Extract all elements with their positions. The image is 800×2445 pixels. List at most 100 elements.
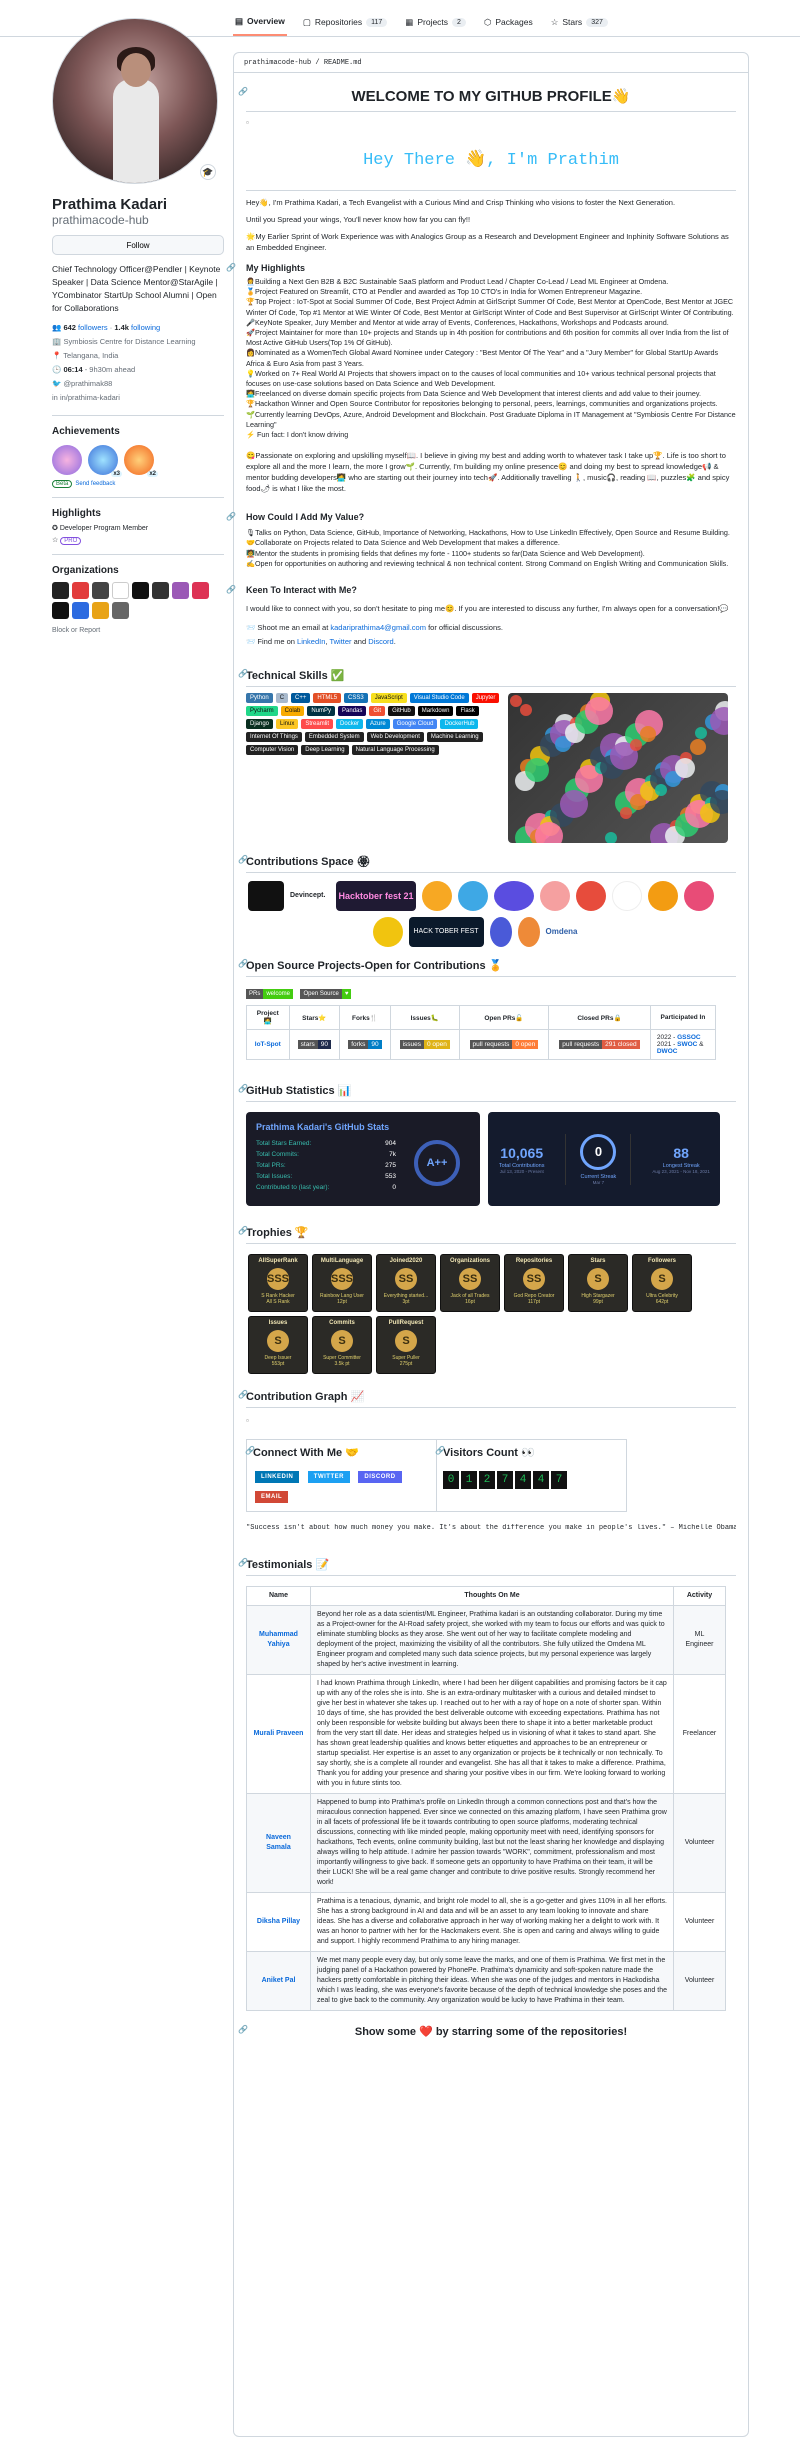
achievement-pull-shark-icon[interactable] <box>52 445 82 475</box>
trophy-card: Joined2020 SS Everything started... 3pt <box>376 1254 436 1313</box>
testimonial-name[interactable]: Naveen Samala <box>246 1793 311 1894</box>
stat-value: 553 <box>385 1173 396 1181</box>
following-link[interactable]: 1.4k following <box>114 323 160 332</box>
gssoc-link[interactable]: GSSOC <box>677 1034 700 1041</box>
skill-badge: Streamlit <box>301 719 334 730</box>
visitor-digit: 2 <box>479 1471 495 1490</box>
dwoc-link[interactable]: DWOC <box>657 1048 678 1055</box>
org-icon-1[interactable] <box>52 582 69 599</box>
tab-projects[interactable]: ▦ Projects 2 <box>403 8 468 36</box>
tab-stars[interactable]: ☆ Stars 327 <box>549 8 610 36</box>
link-icon[interactable]: 🔗 <box>226 585 236 594</box>
trophy-card: MultiLanguage SSS Rainbow Lang User 12pt <box>312 1254 372 1313</box>
skill-badge: DockerHub <box>440 719 479 730</box>
tab-overview[interactable]: ▤ Overview <box>233 8 287 36</box>
email-button[interactable]: EMAIL <box>255 1491 289 1504</box>
linkedin-line[interactable]: in in/prathima-kadari <box>52 391 224 405</box>
link-icon[interactable]: 🔗 <box>226 512 236 521</box>
linkedin-button[interactable]: LINKEDIN <box>255 1471 300 1484</box>
trophy-title: Organizations <box>449 1258 490 1265</box>
follow-button[interactable]: Follow <box>52 235 224 255</box>
divider <box>246 190 736 191</box>
skill-badge: Deep Learning <box>301 745 349 756</box>
discord-button[interactable]: DISCORD <box>358 1471 402 1484</box>
link-icon[interactable]: 🔗 <box>238 1390 248 1399</box>
org-icon-12[interactable] <box>112 602 129 619</box>
streak-current: 0 Current Streak Mar 7 <box>565 1133 632 1185</box>
link-icon[interactable]: 🔗 <box>238 1226 248 1235</box>
link-icon[interactable]: 🔗 <box>238 669 248 678</box>
status-emoji-icon[interactable]: 🎓 <box>200 164 216 180</box>
skill-badge: Docker <box>336 719 364 730</box>
value-list: 🎙Talks on Python, Data Science, GitHub, … <box>246 528 736 569</box>
linkedin-icon: in <box>52 393 58 402</box>
twitter-link[interactable]: Twitter <box>329 637 351 646</box>
skills-heading: 🔗 Technical Skills ✅ <box>238 669 736 688</box>
pro-badge: PRO <box>60 537 82 545</box>
clock-icon: 🕒 <box>52 365 62 374</box>
org-icon-11[interactable] <box>92 602 109 619</box>
skill-badge: Web Development <box>366 732 424 743</box>
issues-badge: issues 0 open <box>389 1029 460 1061</box>
link-icon[interactable]: 🔗 <box>238 2025 248 2034</box>
testimonial-name[interactable]: Aniket Pal <box>246 1951 311 2012</box>
org-icon-2[interactable] <box>72 582 89 599</box>
trophy-cup-icon: S <box>395 1330 417 1353</box>
block-report-link[interactable]: Block or Report <box>52 627 224 634</box>
org-icon-8[interactable] <box>192 582 209 599</box>
project-icon: 🧑‍💻 <box>263 1018 272 1026</box>
send-feedback-link[interactable]: Send feedback <box>75 481 115 487</box>
discord-link[interactable]: Discord <box>368 637 393 646</box>
stat-value: 7k <box>389 1151 396 1159</box>
org-icon-6[interactable] <box>152 582 169 599</box>
highlight-item: 🏅Project Featured on Streamlit, CTO at P… <box>246 287 643 297</box>
twitter-line[interactable]: 🐦 @prathimak88 <box>52 377 224 391</box>
trophy-cup-icon: S <box>267 1330 289 1353</box>
stat-label: Total PRs: <box>256 1162 286 1170</box>
org-icon-10[interactable] <box>72 602 89 619</box>
link-icon[interactable]: 🔗 <box>238 959 248 968</box>
trophy-cup-icon: SS <box>523 1268 545 1291</box>
swoc-link[interactable]: SWOC <box>677 1041 697 1048</box>
trophy-points: 642pt <box>655 1299 669 1306</box>
testimonial-name[interactable]: Muhammad Yahiya <box>246 1605 311 1676</box>
interact-heading: 🔗 Keen To Interact with Me? <box>226 585 357 596</box>
email-link[interactable]: kadariprathima4@gmail.com <box>330 623 426 632</box>
link-icon[interactable]: 🔗 <box>238 87 248 96</box>
link-icon[interactable]: 🔗 <box>238 1558 248 1567</box>
stats-cards: Prathima Kadari's GitHub Stats Total Sta… <box>246 1112 736 1207</box>
streak-longest: 88 Longest Streak Aug 23, 2021 - Nov 18, 2… <box>652 1144 710 1174</box>
stat-label: Total Issues: <box>256 1173 293 1181</box>
twitter-button[interactable]: TWITTER <box>307 1471 350 1484</box>
org-icon-9[interactable] <box>52 602 69 619</box>
org-icon-7[interactable] <box>172 582 189 599</box>
link-icon[interactable]: 🔗 <box>238 855 248 864</box>
link-icon[interactable]: 🔗 <box>238 1084 248 1093</box>
tab-repositories[interactable]: ▢ Repositories 117 <box>301 8 389 36</box>
twitter-icon: 🐦 <box>52 379 62 388</box>
org-icon-5[interactable] <box>132 582 149 599</box>
testimonial-name[interactable]: Murali Praveen <box>246 1674 311 1795</box>
project-link[interactable]: IoT-Spot <box>246 1029 290 1061</box>
followers-link[interactable]: 642 followers <box>63 323 107 332</box>
testimonial-text: Beyond her role as a data scientist/ML E… <box>310 1605 674 1676</box>
org-icon-3[interactable] <box>92 582 109 599</box>
avatar[interactable] <box>52 18 218 184</box>
sticker <box>630 739 642 752</box>
link-icon[interactable]: 🔗 <box>435 1446 445 1455</box>
profile-login: prathimacode-hub <box>52 213 149 227</box>
linkedin-link[interactable]: LinkedIn <box>297 637 325 646</box>
testimonial-name[interactable]: Diksha Pillay <box>246 1892 311 1953</box>
testimonial-activity: Volunteer <box>673 1892 726 1953</box>
link-icon[interactable]: 🔗 <box>245 1446 255 1455</box>
col-participated: Participated In <box>649 1005 717 1031</box>
logo-11 <box>684 881 714 912</box>
value-heading: 🔗 How Could I Add My Value? <box>226 512 365 523</box>
org-icon-4[interactable] <box>112 582 129 599</box>
achievement-yolo-icon[interactable]: x2 <box>124 445 158 477</box>
tab-packages[interactable]: ⬡ Packages <box>482 8 535 36</box>
readme-path[interactable]: prathimacode-hub / README.md <box>234 53 748 73</box>
stat-value: 904 <box>385 1140 396 1148</box>
achievement-galaxy-brain-icon[interactable]: x3 <box>88 445 122 477</box>
link-icon[interactable]: 🔗 <box>226 263 236 272</box>
